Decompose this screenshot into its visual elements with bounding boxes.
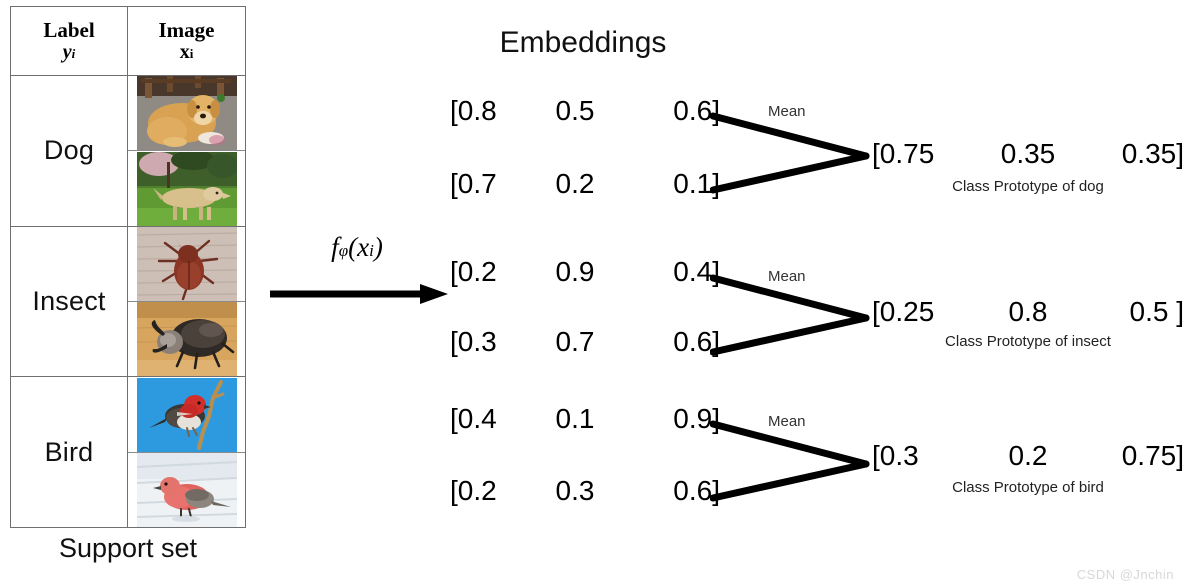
class-prototype-dog: [0.75 0.35 0.35] [872,138,1184,169]
row-images-bird [128,377,245,527]
red-beetle-on-stone [136,226,237,301]
mean-converge-lines-insect [710,274,870,356]
support-set-caption: Support set [58,533,198,563]
support-set-table: Label yi Image xi Dog Insect Bird [10,6,246,528]
image-cell [128,377,245,453]
embedding-vector-bird-1: [0.4 0.1 0.9] [450,403,720,434]
image-cell [128,151,245,226]
table-row: Bird [11,377,245,528]
class-prototype-insect: [0.25 0.8 0.5 ] [872,296,1184,327]
column-header-label-line1: Label [43,17,95,42]
embedding-function-group: fφ(xi) [262,232,452,312]
red-finch-on-branch [136,377,237,452]
class-prototype-bird: [0.3 0.2 0.75] [872,440,1184,471]
row-label-bird: Bird [11,377,128,528]
class-prototype-caption-insect: Class Prototype of insect [945,333,1111,350]
image-cell [128,76,245,152]
column-header-label: Label yi [11,7,128,75]
golden-retriever-on-grass [136,151,237,226]
embedding-vector-bird-2: [0.2 0.3 0.6] [450,475,720,506]
red-finch-on-snow [136,452,237,527]
row-label-dog: Dog [11,76,128,226]
image-cell [128,226,245,303]
embedding-vector-insect-1: [0.2 0.9 0.4] [450,256,720,287]
table-row: Dog [11,76,245,227]
embedding-vector-dog-1: [0.8 0.5 0.6] [450,95,720,126]
column-header-image-symbol: xi [179,41,194,64]
image-cell [128,452,245,527]
class-prototype-caption-bird: Class Prototype of bird [952,479,1104,496]
golden-retriever-puppy-indoors [136,76,237,151]
watermark: CSDN @Jnchin [1076,567,1174,582]
rhinoceros-beetle-on-wood [136,302,237,377]
embedding-function-arrow [270,284,448,304]
column-header-image: Image xi [128,7,245,75]
class-prototype-caption-dog: Class Prototype of dog [952,178,1104,195]
mean-converge-lines-bird [710,420,870,502]
mean-converge-lines-dog [710,112,870,194]
embeddings-title: Embeddings [499,26,667,59]
row-label-insect: Insect [11,226,128,377]
embedding-vector-dog-2: [0.7 0.2 0.1] [450,168,720,199]
row-images-insect [128,226,245,377]
table-header-row: Label yi Image xi [11,7,245,76]
column-header-image-line1: Image [158,17,215,42]
table-row: Insect [11,226,245,378]
column-header-label-symbol: yi [62,41,76,64]
row-images-dog [128,76,245,226]
embedding-function-label: fφ(xi) [331,232,383,262]
embedding-vector-insect-2: [0.3 0.7 0.6] [450,326,720,357]
image-cell [128,302,245,377]
